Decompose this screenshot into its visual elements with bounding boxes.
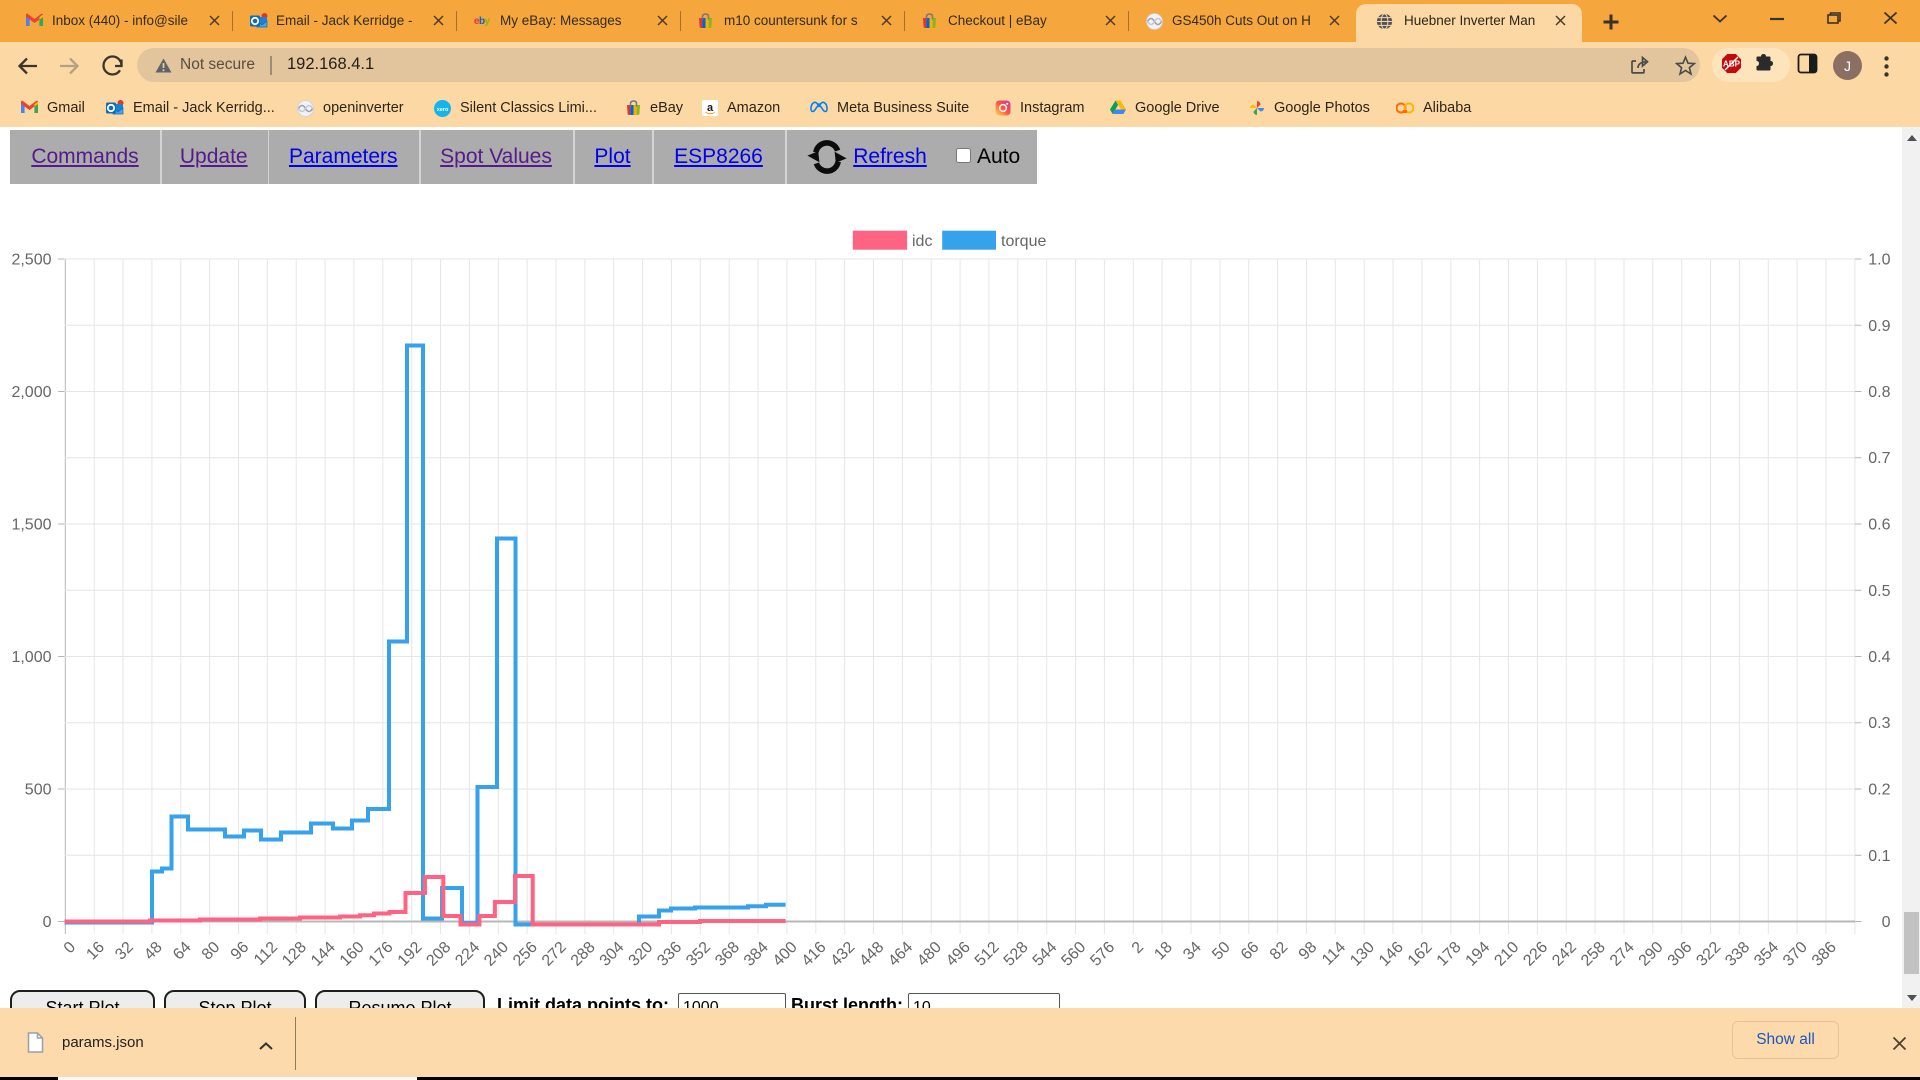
svg-text:114: 114	[1319, 939, 1349, 969]
svg-text:178: 178	[1434, 939, 1465, 970]
svg-text:112: 112	[251, 939, 281, 969]
svg-text:288: 288	[568, 939, 599, 970]
svg-text:160: 160	[337, 939, 368, 970]
svg-text:560: 560	[1058, 939, 1089, 970]
svg-text:0: 0	[1882, 914, 1891, 931]
svg-text:290: 290	[1636, 939, 1667, 970]
svg-text:0: 0	[61, 939, 79, 957]
svg-text:0.5: 0.5	[1868, 583, 1890, 600]
svg-text:0: 0	[43, 914, 52, 931]
svg-text:224: 224	[452, 939, 483, 970]
svg-text:306: 306	[1665, 939, 1696, 970]
svg-text:y: y	[485, 16, 491, 26]
svg-text:464: 464	[885, 939, 916, 970]
svg-text:384: 384	[741, 939, 772, 970]
svg-text:338: 338	[1722, 939, 1753, 970]
svg-text:2: 2	[1129, 939, 1147, 957]
svg-text:512: 512	[972, 939, 1003, 970]
svg-text:0.2: 0.2	[1868, 782, 1890, 799]
svg-text:256: 256	[510, 939, 541, 970]
svg-text:194: 194	[1463, 939, 1494, 970]
svg-text:0.7: 0.7	[1868, 450, 1890, 467]
svg-text:64: 64	[170, 939, 195, 964]
svg-text:0.6: 0.6	[1868, 517, 1890, 534]
svg-text:496: 496	[943, 939, 974, 970]
svg-text:144: 144	[308, 939, 339, 970]
svg-text:368: 368	[712, 939, 743, 970]
svg-text:352: 352	[683, 939, 714, 970]
svg-text:162: 162	[1405, 939, 1436, 970]
svg-text:2,500: 2,500	[11, 252, 51, 269]
svg-text:400: 400	[770, 939, 801, 970]
svg-text:416: 416	[799, 939, 830, 970]
svg-text:128: 128	[279, 939, 310, 970]
svg-text:50: 50	[1209, 939, 1234, 964]
svg-text:274: 274	[1607, 939, 1638, 970]
svg-text:242: 242	[1549, 939, 1580, 970]
svg-text:idc: idc	[912, 233, 932, 250]
svg-text:354: 354	[1751, 939, 1782, 970]
svg-text:528: 528	[1001, 939, 1032, 970]
svg-text:192: 192	[395, 939, 426, 970]
svg-text:386: 386	[1809, 939, 1840, 970]
svg-text:208: 208	[423, 939, 454, 970]
svg-text:544: 544	[1030, 939, 1061, 970]
svg-text:130: 130	[1347, 939, 1378, 970]
svg-text:torque: torque	[1001, 233, 1046, 250]
svg-text:16: 16	[83, 939, 108, 964]
svg-text:32: 32	[112, 939, 137, 964]
svg-text:432: 432	[828, 939, 859, 970]
svg-text:66: 66	[1238, 939, 1263, 964]
svg-text:0.1: 0.1	[1868, 848, 1890, 865]
svg-text:82: 82	[1267, 939, 1292, 964]
svg-text:0.9: 0.9	[1868, 318, 1890, 335]
svg-text:34: 34	[1180, 939, 1205, 964]
svg-text:258: 258	[1578, 939, 1609, 970]
svg-text:210: 210	[1491, 939, 1522, 970]
svg-text:96: 96	[228, 939, 253, 964]
svg-text:1,000: 1,000	[11, 649, 51, 666]
svg-text:480: 480	[914, 939, 945, 970]
svg-text:0.4: 0.4	[1868, 649, 1890, 666]
svg-text:146: 146	[1376, 939, 1407, 970]
svg-text:0.8: 0.8	[1868, 384, 1890, 401]
svg-text:304: 304	[597, 939, 628, 970]
svg-text:176: 176	[366, 939, 397, 970]
svg-text:240: 240	[481, 939, 512, 970]
svg-text:48: 48	[141, 939, 166, 964]
svg-text:0.3: 0.3	[1868, 715, 1890, 732]
svg-text:576: 576	[1087, 939, 1118, 970]
svg-text:a: a	[707, 102, 714, 114]
svg-text:320: 320	[626, 939, 657, 970]
svg-text:1.0: 1.0	[1868, 252, 1890, 269]
svg-text:xero: xero	[437, 107, 449, 113]
svg-text:80: 80	[199, 939, 224, 964]
svg-text:500: 500	[25, 782, 52, 799]
svg-text:322: 322	[1693, 939, 1724, 970]
svg-text:370: 370	[1780, 939, 1811, 970]
svg-text:98: 98	[1296, 939, 1321, 964]
svg-text:448: 448	[856, 939, 887, 970]
svg-text:336: 336	[654, 939, 685, 970]
svg-text:1,500: 1,500	[11, 517, 51, 534]
svg-text:272: 272	[539, 939, 570, 970]
svg-text:2,000: 2,000	[11, 384, 51, 401]
svg-text:18: 18	[1151, 939, 1176, 964]
svg-text:226: 226	[1520, 939, 1551, 970]
